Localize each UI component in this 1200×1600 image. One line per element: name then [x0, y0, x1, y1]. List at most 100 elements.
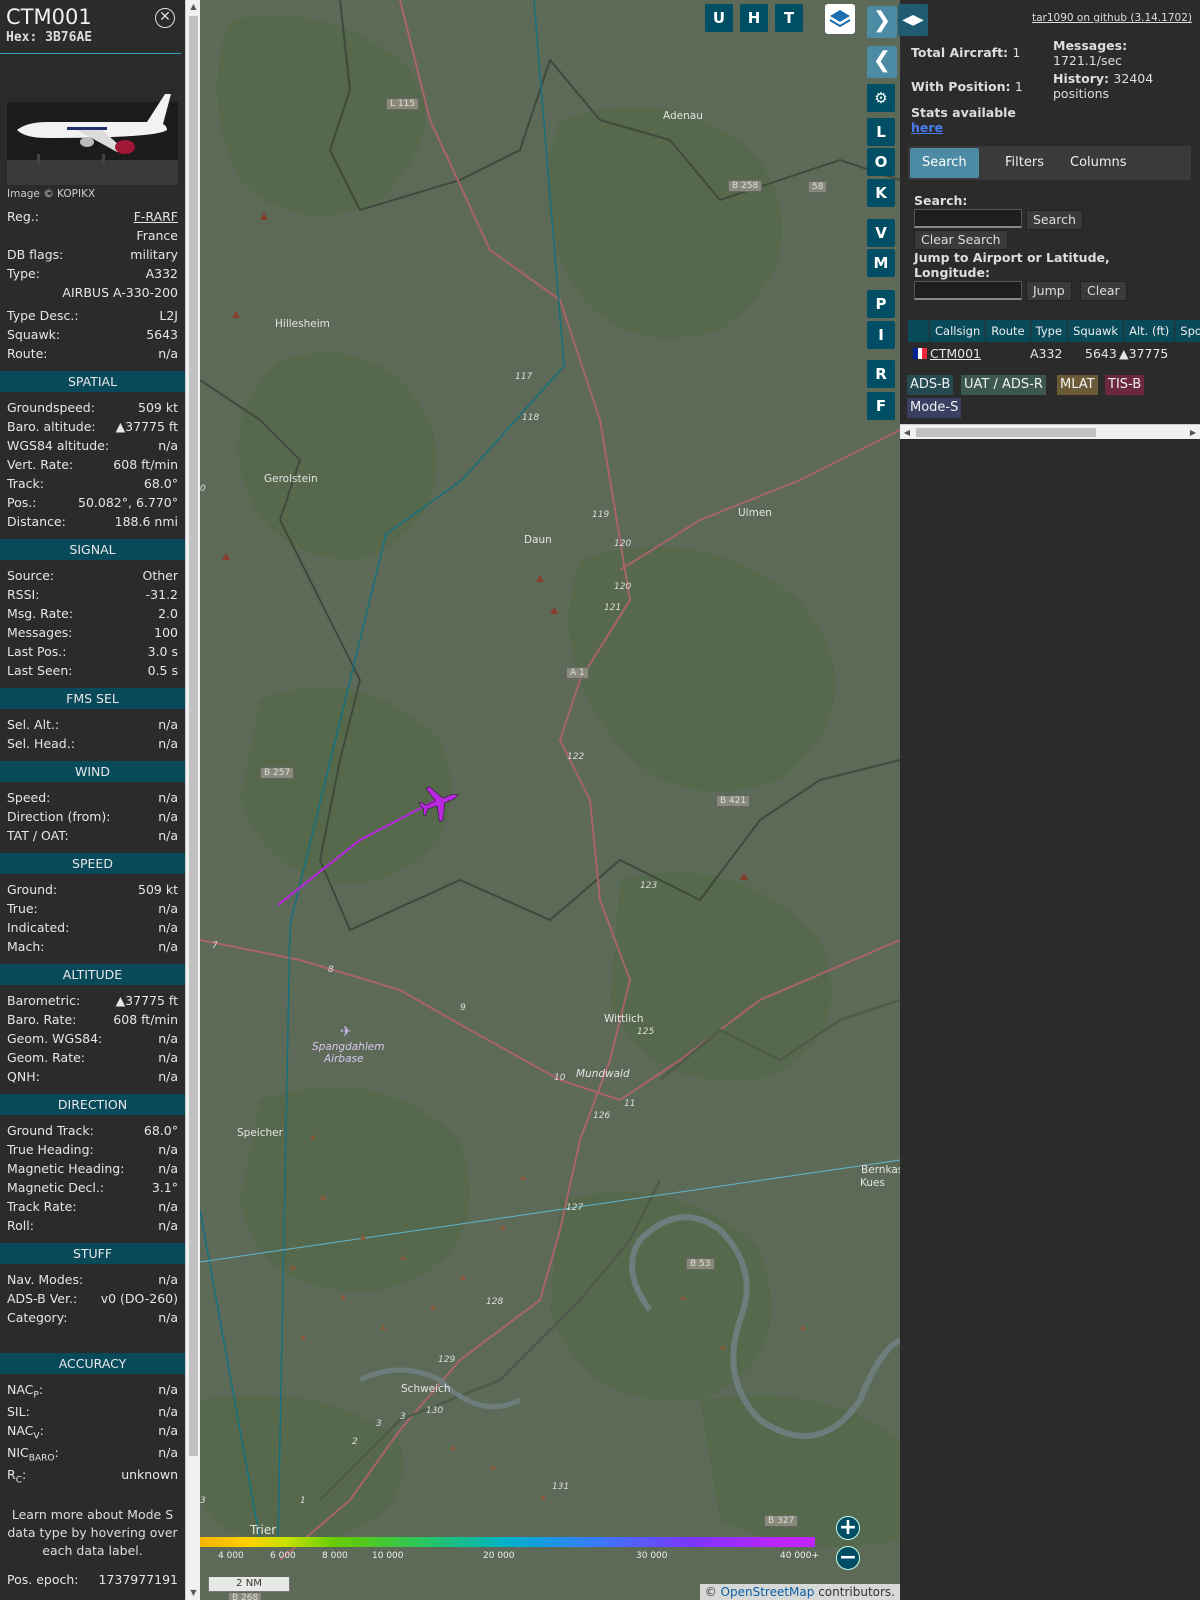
place-label: Airbase [324, 1053, 364, 1065]
col-speed[interactable]: Spd [1175, 320, 1200, 342]
toggle-k-button[interactable]: K [867, 179, 895, 207]
scroll-right-icon[interactable]: ▶ [1186, 425, 1200, 440]
zoom-in-button[interactable]: + [836, 1516, 860, 1540]
direction-row: Magnetic Heading: n/a [0, 1159, 185, 1178]
road-number: 120 [614, 539, 632, 549]
history-count: History: 32404 positions [1053, 71, 1154, 101]
toggle-v-button[interactable]: V [867, 219, 895, 247]
direction-row: True Heading: n/a [0, 1140, 185, 1159]
search-button[interactable]: Search [1026, 210, 1083, 230]
col-callsign[interactable]: Callsign [930, 320, 986, 342]
scroll-up-icon[interactable]: ▲ [186, 0, 201, 14]
source-uat-badge[interactable]: UAT / ADS-R [961, 375, 1046, 395]
col-squawk[interactable]: Squawk [1068, 320, 1124, 342]
colorbar-label: 6 000 [270, 1551, 296, 1561]
field-label: Pos.: [7, 495, 37, 510]
settings-gear-icon[interactable]: ⚙ [867, 84, 895, 112]
squawk-value: 5643 [146, 327, 178, 342]
zoom-out-button[interactable]: − [836, 1546, 860, 1570]
source-modes-badge[interactable]: Mode-S [907, 398, 962, 418]
field-value: ▲37775 ft [115, 419, 178, 434]
spatial-row: WGS84 altitude: n/a [0, 436, 185, 455]
stats-here-link[interactable]: here [911, 120, 943, 135]
field-value: 3.1° [151, 1180, 178, 1195]
col-route[interactable]: Route [986, 320, 1030, 342]
road-number: 123 [640, 881, 658, 891]
scroll-down-icon[interactable]: ▼ [186, 1586, 201, 1600]
field-value: n/a [158, 809, 178, 824]
field-label: ADS-B Ver.: [7, 1291, 78, 1306]
road-number: 121 [604, 603, 622, 613]
speed-row: Indicated: n/a [0, 918, 185, 937]
section-spatial: SPATIAL [0, 371, 185, 392]
field-value: ▲37775 ft [115, 993, 178, 1008]
field-label: Direction (from): [7, 809, 111, 824]
toggle-r-button[interactable]: R [867, 360, 895, 388]
road-label: A 1 [566, 667, 589, 679]
scroll-left-icon[interactable]: ◀ [900, 425, 914, 440]
section-accuracy: ACCURACY [0, 1353, 185, 1374]
toggle-sidebar-icon[interactable]: ◀▶ [898, 4, 928, 36]
table-hscrollbar[interactable]: ◀ ▶ [900, 424, 1200, 439]
osm-link[interactable]: OpenStreetMap [721, 1585, 815, 1599]
col-flag[interactable] [908, 320, 929, 342]
close-icon[interactable]: ✕ [155, 8, 175, 28]
toggle-p-button[interactable]: P [867, 290, 895, 318]
airport-icon: ✈ [340, 1024, 352, 1040]
tab-search[interactable]: Search [910, 148, 979, 178]
layers-icon[interactable] [825, 4, 855, 34]
typedesc-row: Type Desc.: L2J [0, 306, 185, 325]
sil-value: n/a [158, 1404, 178, 1419]
sidebar-panel: ◀▶ tar1090 on github (3.14.1702) Total A… [898, 0, 1200, 1600]
road-number: 129 [438, 1355, 456, 1365]
field-value: n/a [158, 1031, 178, 1046]
spatial-list: Groundspeed: 509 kt Baro. altitude: ▲37775 … [0, 398, 185, 531]
clear-jump-button[interactable]: Clear [1080, 281, 1127, 301]
aircraft-photo[interactable] [7, 72, 178, 185]
road-number: 7 [212, 941, 218, 951]
table-row[interactable]: CTM001 A332 5643 ▲37775 [908, 344, 1191, 363]
toggle-m-button[interactable]: M [867, 249, 895, 277]
toggle-f-button[interactable]: F [867, 392, 895, 420]
toggle-t-button[interactable]: T [775, 4, 803, 32]
field-label: Category: [7, 1310, 68, 1325]
source-tisb-badge[interactable]: TIS-B [1105, 375, 1145, 395]
jump-input[interactable] [914, 281, 1022, 300]
field-label: TAT / OAT: [7, 828, 69, 843]
road-number: 11 [624, 1099, 636, 1109]
road-number: 3 [200, 1496, 206, 1506]
col-altitude[interactable]: Alt. (ft) [1124, 320, 1175, 342]
squawk-row: Squawk: 5643 [0, 325, 185, 344]
expand-right-icon[interactable]: ❯ [867, 6, 897, 38]
wind-row: Direction (from): n/a [0, 807, 185, 826]
wind-row: TAT / OAT: n/a [0, 826, 185, 845]
field-label: Ground Track: [7, 1123, 94, 1138]
info-scrollbar[interactable]: ▲ ▼ [185, 0, 200, 1600]
toggle-h-button[interactable]: H [740, 4, 768, 32]
toggle-l-button[interactable]: L [867, 118, 895, 146]
tab-filters[interactable]: Filters [993, 148, 1056, 178]
version-link[interactable]: tar1090 on github (3.14.1702) [1032, 12, 1192, 24]
field-label: Msg. Rate: [7, 606, 74, 621]
toggle-i-button[interactable]: I [867, 321, 895, 349]
field-label: Roll: [7, 1218, 34, 1233]
source-adsb-badge[interactable]: ADS-B [907, 375, 954, 395]
hscroll-thumb[interactable] [916, 428, 1096, 437]
reg-link[interactable]: F-RARF [134, 207, 178, 226]
tab-columns[interactable]: Columns [1058, 148, 1139, 178]
map-view[interactable]: Adenau Hillesheim Gerolstein Daun Ulmen … [200, 0, 900, 1600]
toggle-o-button[interactable]: O [867, 148, 895, 176]
toggle-u-button[interactable]: U [705, 4, 733, 32]
field-value: n/a [158, 1050, 178, 1065]
search-input[interactable] [914, 209, 1022, 228]
colorbar-label: 8 000 [322, 1551, 348, 1561]
section-signal: SIGNAL [0, 539, 185, 560]
scroll-thumb[interactable] [189, 16, 198, 1456]
row-callsign[interactable]: CTM001 [930, 344, 981, 363]
col-type[interactable]: Type [1030, 320, 1068, 342]
field-label: Geom. Rate: [7, 1050, 86, 1065]
clear-search-button[interactable]: Clear Search [914, 230, 1008, 250]
jump-button[interactable]: Jump [1026, 281, 1072, 301]
collapse-left-icon[interactable]: ❮ [867, 46, 897, 78]
source-mlat-badge[interactable]: MLAT [1057, 375, 1098, 395]
